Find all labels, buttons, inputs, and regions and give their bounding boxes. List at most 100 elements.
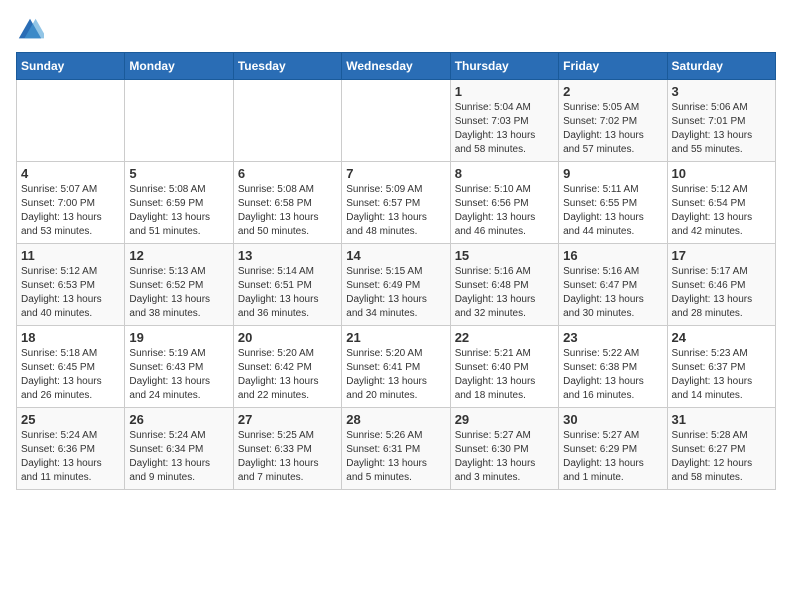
day-info: Sunrise: 5:27 AM Sunset: 6:30 PM Dayligh… [455, 429, 554, 485]
day-info: Sunrise: 5:08 AM Sunset: 6:58 PM Dayligh… [238, 183, 337, 239]
day-info: Sunrise: 5:08 AM Sunset: 6:59 PM Dayligh… [129, 183, 228, 239]
day-info: Sunrise: 5:22 AM Sunset: 6:38 PM Dayligh… [563, 347, 662, 403]
day-info: Sunrise: 5:16 AM Sunset: 6:47 PM Dayligh… [563, 265, 662, 321]
day-number: 31 [672, 412, 771, 427]
day-number: 2 [563, 84, 662, 99]
day-number: 27 [238, 412, 337, 427]
day-info: Sunrise: 5:12 AM Sunset: 6:53 PM Dayligh… [21, 265, 120, 321]
day-number: 11 [21, 248, 120, 263]
day-number: 3 [672, 84, 771, 99]
calendar-body: 1 Sunrise: 5:04 AM Sunset: 7:03 PM Daylig… [17, 80, 776, 490]
calendar-cell: 22 Sunrise: 5:21 AM Sunset: 6:40 PM Dayli… [450, 326, 558, 408]
weekday-header-tuesday: Tuesday [233, 53, 341, 80]
day-info: Sunrise: 5:23 AM Sunset: 6:37 PM Dayligh… [672, 347, 771, 403]
calendar-cell: 15 Sunrise: 5:16 AM Sunset: 6:48 PM Dayli… [450, 244, 558, 326]
day-info: Sunrise: 5:19 AM Sunset: 6:43 PM Dayligh… [129, 347, 228, 403]
calendar-table: SundayMondayTuesdayWednesdayThursdayFrid… [16, 52, 776, 490]
logo-icon [16, 16, 44, 44]
calendar-cell: 20 Sunrise: 5:20 AM Sunset: 6:42 PM Dayli… [233, 326, 341, 408]
weekday-header-wednesday: Wednesday [342, 53, 450, 80]
day-number: 29 [455, 412, 554, 427]
day-number: 19 [129, 330, 228, 345]
calendar-cell: 21 Sunrise: 5:20 AM Sunset: 6:41 PM Dayli… [342, 326, 450, 408]
calendar-week-row: 1 Sunrise: 5:04 AM Sunset: 7:03 PM Daylig… [17, 80, 776, 162]
day-info: Sunrise: 5:15 AM Sunset: 6:49 PM Dayligh… [346, 265, 445, 321]
calendar-week-row: 25Sunrise: 5:24 AM Sunset: 6:36 PM Dayli… [17, 408, 776, 490]
day-number: 7 [346, 166, 445, 181]
day-number: 8 [455, 166, 554, 181]
day-number: 1 [455, 84, 554, 99]
day-number: 23 [563, 330, 662, 345]
day-number: 9 [563, 166, 662, 181]
weekday-header-sunday: Sunday [17, 53, 125, 80]
calendar-week-row: 11 Sunrise: 5:12 AM Sunset: 6:53 PM Dayli… [17, 244, 776, 326]
day-info: Sunrise: 5:16 AM Sunset: 6:48 PM Dayligh… [455, 265, 554, 321]
weekday-header-friday: Friday [559, 53, 667, 80]
weekday-header-saturday: Saturday [667, 53, 775, 80]
calendar-cell: 24 Sunrise: 5:23 AM Sunset: 6:37 PM Dayli… [667, 326, 775, 408]
calendar-cell: 8 Sunrise: 5:10 AM Sunset: 6:56 PM Daylig… [450, 162, 558, 244]
day-info: Sunrise: 5:28 AM Sunset: 6:27 PM Dayligh… [672, 429, 771, 485]
calendar-cell: 18Sunrise: 5:18 AM Sunset: 6:45 PM Dayli… [17, 326, 125, 408]
day-number: 20 [238, 330, 337, 345]
weekday-header-row: SundayMondayTuesdayWednesdayThursdayFrid… [17, 53, 776, 80]
calendar-cell: 27 Sunrise: 5:25 AM Sunset: 6:33 PM Dayli… [233, 408, 341, 490]
calendar-cell: 25Sunrise: 5:24 AM Sunset: 6:36 PM Dayli… [17, 408, 125, 490]
calendar-cell: 16Sunrise: 5:16 AM Sunset: 6:47 PM Dayli… [559, 244, 667, 326]
day-number: 30 [563, 412, 662, 427]
calendar-cell: 19 Sunrise: 5:19 AM Sunset: 6:43 PM Dayli… [125, 326, 233, 408]
day-info: Sunrise: 5:26 AM Sunset: 6:31 PM Dayligh… [346, 429, 445, 485]
calendar-cell [233, 80, 341, 162]
calendar-cell: 7Sunrise: 5:09 AM Sunset: 6:57 PM Daylig… [342, 162, 450, 244]
weekday-header-monday: Monday [125, 53, 233, 80]
calendar-cell: 14Sunrise: 5:15 AM Sunset: 6:49 PM Dayli… [342, 244, 450, 326]
calendar-cell: 1 Sunrise: 5:04 AM Sunset: 7:03 PM Daylig… [450, 80, 558, 162]
day-number: 21 [346, 330, 445, 345]
day-info: Sunrise: 5:25 AM Sunset: 6:33 PM Dayligh… [238, 429, 337, 485]
calendar-cell: 29 Sunrise: 5:27 AM Sunset: 6:30 PM Dayli… [450, 408, 558, 490]
day-info: Sunrise: 5:05 AM Sunset: 7:02 PM Dayligh… [563, 101, 662, 157]
day-info: Sunrise: 5:11 AM Sunset: 6:55 PM Dayligh… [563, 183, 662, 239]
day-number: 4 [21, 166, 120, 181]
calendar-cell: 17 Sunrise: 5:17 AM Sunset: 6:46 PM Dayli… [667, 244, 775, 326]
day-info: Sunrise: 5:13 AM Sunset: 6:52 PM Dayligh… [129, 265, 228, 321]
calendar-cell: 5 Sunrise: 5:08 AM Sunset: 6:59 PM Daylig… [125, 162, 233, 244]
day-number: 26 [129, 412, 228, 427]
day-info: Sunrise: 5:20 AM Sunset: 6:42 PM Dayligh… [238, 347, 337, 403]
calendar-header: SundayMondayTuesdayWednesdayThursdayFrid… [17, 53, 776, 80]
day-info: Sunrise: 5:24 AM Sunset: 6:34 PM Dayligh… [129, 429, 228, 485]
calendar-cell: 3Sunrise: 5:06 AM Sunset: 7:01 PM Daylig… [667, 80, 775, 162]
day-info: Sunrise: 5:04 AM Sunset: 7:03 PM Dayligh… [455, 101, 554, 157]
calendar-cell: 23 Sunrise: 5:22 AM Sunset: 6:38 PM Dayli… [559, 326, 667, 408]
day-info: Sunrise: 5:24 AM Sunset: 6:36 PM Dayligh… [21, 429, 120, 485]
day-info: Sunrise: 5:17 AM Sunset: 6:46 PM Dayligh… [672, 265, 771, 321]
day-number: 15 [455, 248, 554, 263]
calendar-cell: 28 Sunrise: 5:26 AM Sunset: 6:31 PM Dayli… [342, 408, 450, 490]
day-info: Sunrise: 5:20 AM Sunset: 6:41 PM Dayligh… [346, 347, 445, 403]
calendar-cell: 11 Sunrise: 5:12 AM Sunset: 6:53 PM Dayli… [17, 244, 125, 326]
calendar-cell [125, 80, 233, 162]
calendar-cell: 13 Sunrise: 5:14 AM Sunset: 6:51 PM Dayli… [233, 244, 341, 326]
day-number: 6 [238, 166, 337, 181]
day-number: 5 [129, 166, 228, 181]
calendar-cell: 10 Sunrise: 5:12 AM Sunset: 6:54 PM Dayli… [667, 162, 775, 244]
day-info: Sunrise: 5:12 AM Sunset: 6:54 PM Dayligh… [672, 183, 771, 239]
day-info: Sunrise: 5:27 AM Sunset: 6:29 PM Dayligh… [563, 429, 662, 485]
day-info: Sunrise: 5:10 AM Sunset: 6:56 PM Dayligh… [455, 183, 554, 239]
day-number: 17 [672, 248, 771, 263]
calendar-cell: 6 Sunrise: 5:08 AM Sunset: 6:58 PM Daylig… [233, 162, 341, 244]
day-number: 22 [455, 330, 554, 345]
logo [16, 16, 48, 44]
day-number: 10 [672, 166, 771, 181]
calendar-cell: 4Sunrise: 5:07 AM Sunset: 7:00 PM Daylig… [17, 162, 125, 244]
calendar-cell: 2 Sunrise: 5:05 AM Sunset: 7:02 PM Daylig… [559, 80, 667, 162]
day-number: 28 [346, 412, 445, 427]
calendar-cell: 31 Sunrise: 5:28 AM Sunset: 6:27 PM Dayli… [667, 408, 775, 490]
day-info: Sunrise: 5:21 AM Sunset: 6:40 PM Dayligh… [455, 347, 554, 403]
calendar-cell: 26 Sunrise: 5:24 AM Sunset: 6:34 PM Dayli… [125, 408, 233, 490]
calendar-cell [342, 80, 450, 162]
day-info: Sunrise: 5:14 AM Sunset: 6:51 PM Dayligh… [238, 265, 337, 321]
day-number: 13 [238, 248, 337, 263]
day-number: 24 [672, 330, 771, 345]
weekday-header-thursday: Thursday [450, 53, 558, 80]
